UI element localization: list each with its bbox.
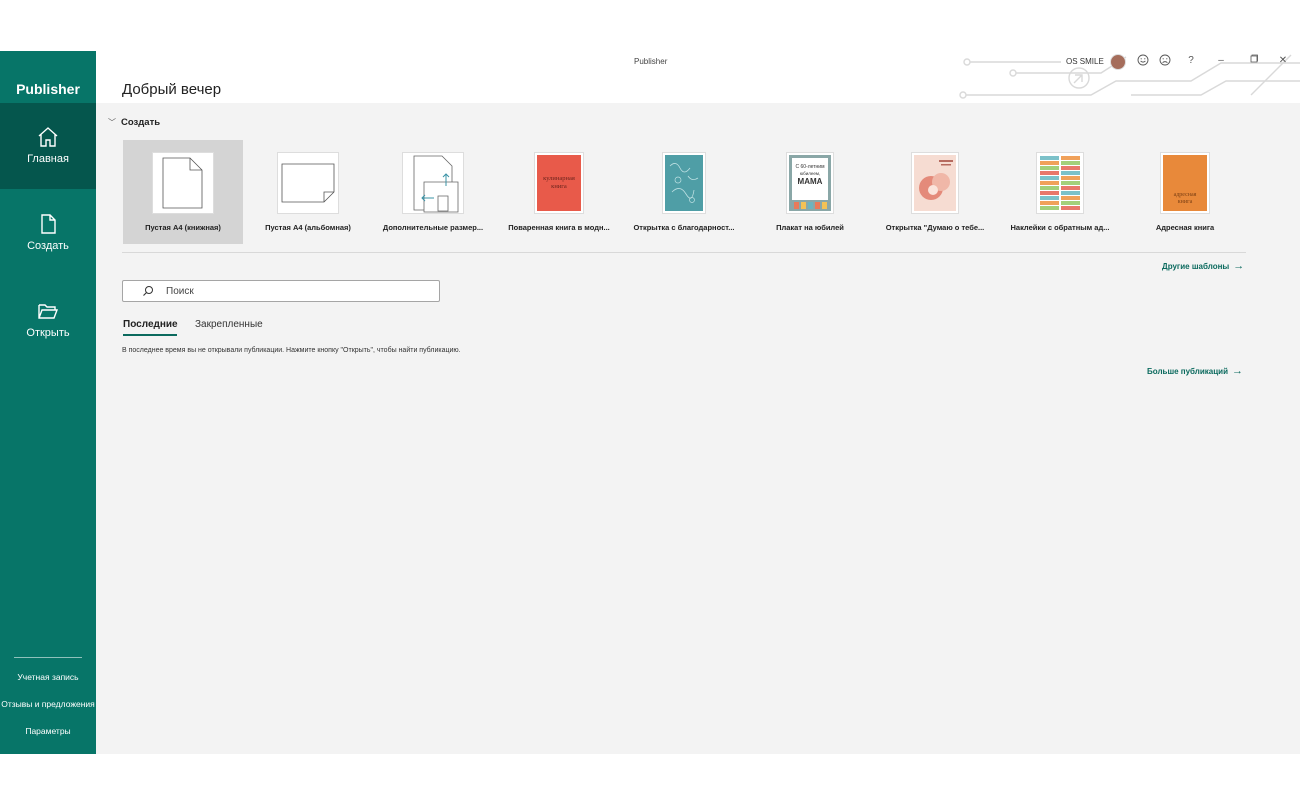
arrow-right-icon: → bbox=[1232, 365, 1244, 377]
svg-text:С 60-летним: С 60-летним bbox=[795, 164, 825, 170]
more-templates-label: Другие шаблоны bbox=[1162, 262, 1230, 271]
template-label: Пустая А4 (альбомная) bbox=[265, 223, 351, 232]
template-label: Дополнительные размер... bbox=[382, 223, 484, 232]
more-publications-label: Больше публикаций bbox=[1147, 367, 1229, 376]
nav-home-label: Главная bbox=[27, 153, 69, 165]
template-label: Открытка с благодарност... bbox=[633, 223, 735, 232]
more-sizes-thumbnail bbox=[402, 152, 464, 214]
active-tab-indicator bbox=[123, 334, 177, 336]
template-blank-landscape[interactable]: Пустая А4 (альбомная) bbox=[248, 140, 368, 244]
svg-text:книга: книга bbox=[551, 183, 567, 190]
address-book-thumbnail: адресная книга bbox=[1160, 152, 1210, 214]
template-address-labels[interactable]: Наклейки с обратным ад... bbox=[1000, 140, 1120, 244]
restore-icon bbox=[1250, 54, 1258, 63]
account-link[interactable]: Учетная запись bbox=[0, 672, 96, 682]
search-icon bbox=[143, 286, 153, 296]
template-label: Плакат на юбилей bbox=[776, 223, 844, 232]
help-button[interactable]: ? bbox=[1184, 54, 1198, 68]
create-heading: Создать bbox=[121, 117, 161, 128]
smile-icon[interactable] bbox=[1136, 54, 1150, 68]
template-jubilee-poster[interactable]: С 60-летним юбилеем, МАМА Плакат на юбил… bbox=[750, 140, 870, 244]
svg-text:адресная: адресная bbox=[1174, 192, 1197, 198]
template-label: Адресная книга bbox=[1155, 223, 1215, 232]
sidebar-divider bbox=[14, 657, 82, 658]
new-document-icon bbox=[41, 214, 56, 234]
frown-icon[interactable] bbox=[1158, 54, 1172, 68]
chevron-down-icon: ﹀ bbox=[108, 118, 116, 127]
feedback-link[interactable]: Отзывы и предложения bbox=[0, 699, 96, 709]
template-label: Открытка "Думаю о тебе... bbox=[885, 223, 985, 232]
options-link[interactable]: Параметры bbox=[0, 726, 96, 736]
nav-open[interactable]: Открыть bbox=[0, 277, 96, 363]
svg-text:книга: книга bbox=[1178, 199, 1193, 205]
app-brand: Publisher bbox=[16, 81, 80, 97]
cookbook-thumbnail: кулинарная книга bbox=[534, 152, 584, 214]
template-thankyou-card[interactable]: Открытка с благодарност... bbox=[624, 140, 744, 244]
template-label: Поваренная книга в модн... bbox=[508, 223, 610, 232]
section-divider bbox=[122, 252, 1246, 253]
template-more-sizes[interactable]: Дополнительные размер... bbox=[373, 140, 493, 244]
nav-home[interactable]: Главная bbox=[0, 103, 96, 189]
publisher-window: Publisher Главная Создать Открыть Учетна… bbox=[0, 51, 1300, 754]
home-icon bbox=[38, 127, 58, 147]
window-title: Publisher bbox=[634, 57, 668, 66]
account-name[interactable]: OS SMILE bbox=[1066, 57, 1104, 66]
jubilee-poster-thumbnail: С 60-летним юбилеем, МАМА bbox=[786, 152, 834, 214]
template-cookbook[interactable]: кулинарная книга Поваренная книга в модн… bbox=[499, 140, 619, 244]
template-label: Наклейки с обратным ад... bbox=[1010, 223, 1110, 232]
minimize-button[interactable]: – bbox=[1214, 54, 1228, 68]
tab-pinned[interactable]: Закрепленные bbox=[195, 319, 263, 330]
blank-landscape-thumbnail bbox=[277, 152, 339, 214]
thinking-card-thumbnail bbox=[911, 152, 959, 214]
search-field[interactable] bbox=[122, 280, 440, 302]
avatar[interactable] bbox=[1110, 54, 1126, 70]
nav-open-label: Открыть bbox=[26, 327, 70, 339]
tab-recent[interactable]: Последние bbox=[123, 319, 178, 330]
nav-new-label: Создать bbox=[27, 240, 69, 252]
blank-portrait-thumbnail bbox=[152, 152, 214, 214]
greeting-heading: Добрый вечер bbox=[122, 81, 222, 98]
template-label: Пустая А4 (книжная) bbox=[145, 223, 221, 232]
search-input[interactable] bbox=[166, 283, 426, 299]
more-publications-link[interactable]: Больше публикаций → bbox=[1147, 365, 1243, 377]
open-folder-icon bbox=[38, 304, 59, 319]
arrow-right-icon: → bbox=[1233, 260, 1245, 272]
sidebar: Publisher Главная Создать Открыть Учетна… bbox=[0, 51, 96, 754]
template-thinking-card[interactable]: Открытка "Думаю о тебе... bbox=[875, 140, 995, 244]
empty-recent-message: В последнее время вы не открывали публик… bbox=[122, 347, 461, 354]
address-labels-thumbnail bbox=[1036, 152, 1084, 214]
svg-text:юбилеем,: юбилеем, bbox=[800, 171, 820, 176]
template-address-book[interactable]: адресная книга Адресная книга bbox=[1125, 140, 1245, 244]
close-button[interactable]: ✕ bbox=[1276, 54, 1290, 68]
template-blank-portrait[interactable]: Пустая А4 (книжная) bbox=[123, 140, 243, 244]
restore-button[interactable] bbox=[1246, 54, 1260, 68]
title-bar: Publisher Добрый вечер OS SMILE ? – ✕ bbox=[96, 51, 1300, 103]
thankyou-card-thumbnail bbox=[662, 152, 706, 214]
more-templates-link[interactable]: Другие шаблоны → bbox=[1162, 260, 1244, 272]
svg-text:МАМА: МАМА bbox=[798, 177, 823, 186]
nav-new[interactable]: Создать bbox=[0, 190, 96, 276]
create-section-toggle[interactable]: ﹀ Создать bbox=[108, 117, 160, 128]
svg-text:кулинарная: кулинарная bbox=[543, 175, 575, 182]
